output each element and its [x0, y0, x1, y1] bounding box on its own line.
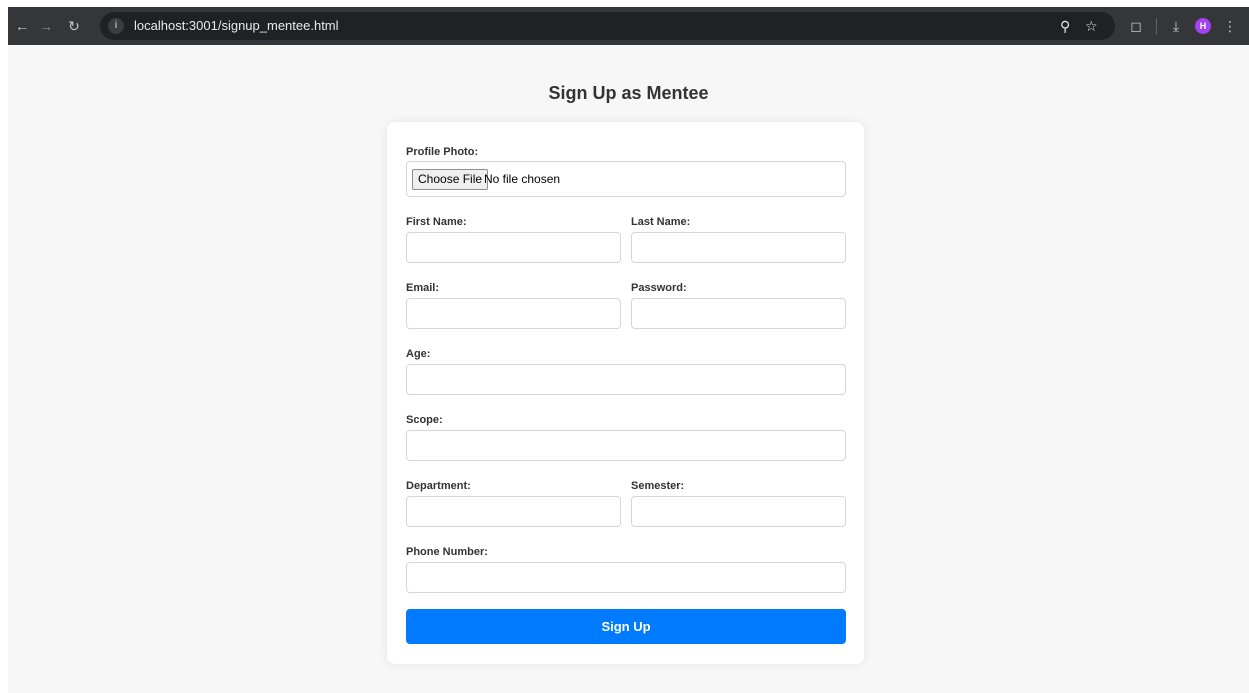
zoom-icon[interactable]: ⚲ [1060, 12, 1070, 40]
age-field[interactable] [406, 364, 846, 395]
profile-photo-input[interactable]: Choose File No file chosen [406, 161, 846, 197]
last-name-label: Last Name: [631, 216, 691, 228]
email-field[interactable] [406, 298, 621, 329]
department-label: Department: [406, 480, 471, 492]
first-name-label: First Name: [406, 216, 467, 228]
phone-field[interactable] [406, 562, 846, 593]
phone-label: Phone Number: [406, 546, 488, 558]
download-icon[interactable]: ⤓ [1166, 7, 1186, 45]
password-field[interactable] [631, 298, 846, 329]
avatar[interactable]: H [1195, 18, 1211, 34]
toolbar-divider [1156, 18, 1157, 34]
age-label: Age: [406, 348, 431, 360]
page-title: Sign Up as Mentee [548, 83, 709, 103]
signup-form: Profile Photo: Choose File No file chose… [387, 122, 864, 664]
email-label: Email: [406, 282, 440, 294]
browser-toolbar: ← → ↻ i localhost:3001/signup_mentee.htm… [8, 7, 1249, 45]
file-status: No file chosen [484, 172, 561, 186]
arrow-left-icon[interactable]: ← [12, 7, 32, 45]
reload-icon[interactable]: ↻ [64, 7, 84, 45]
address-url[interactable]: localhost:3001/signup_mentee.html [134, 12, 339, 40]
profile-photo-label: Profile Photo: [406, 146, 479, 158]
scope-field[interactable] [406, 430, 846, 461]
semester-field[interactable] [631, 496, 846, 527]
password-label: Password: [631, 282, 687, 294]
star-icon[interactable]: ☆ [1085, 12, 1098, 40]
address-bar[interactable]: i localhost:3001/signup_mentee.html ⚲ ☆ [100, 12, 1115, 40]
first-name-field[interactable] [406, 232, 621, 263]
semester-label: Semester: [631, 480, 685, 492]
kebab-menu-icon[interactable]: ⋮ [1222, 7, 1238, 45]
department-field[interactable] [406, 496, 621, 527]
site-info-icon[interactable]: i [108, 18, 124, 34]
extensions-icon[interactable]: ◻ [1126, 7, 1146, 45]
last-name-field[interactable] [631, 232, 846, 263]
scope-label: Scope: [406, 414, 443, 426]
arrow-right-icon[interactable]: → [36, 7, 56, 45]
page-viewport: Sign Up as Mentee Profile Photo: Choose … [8, 45, 1249, 693]
sign-up-button[interactable]: Sign Up [406, 609, 846, 644]
choose-file-button[interactable]: Choose File [412, 169, 489, 190]
